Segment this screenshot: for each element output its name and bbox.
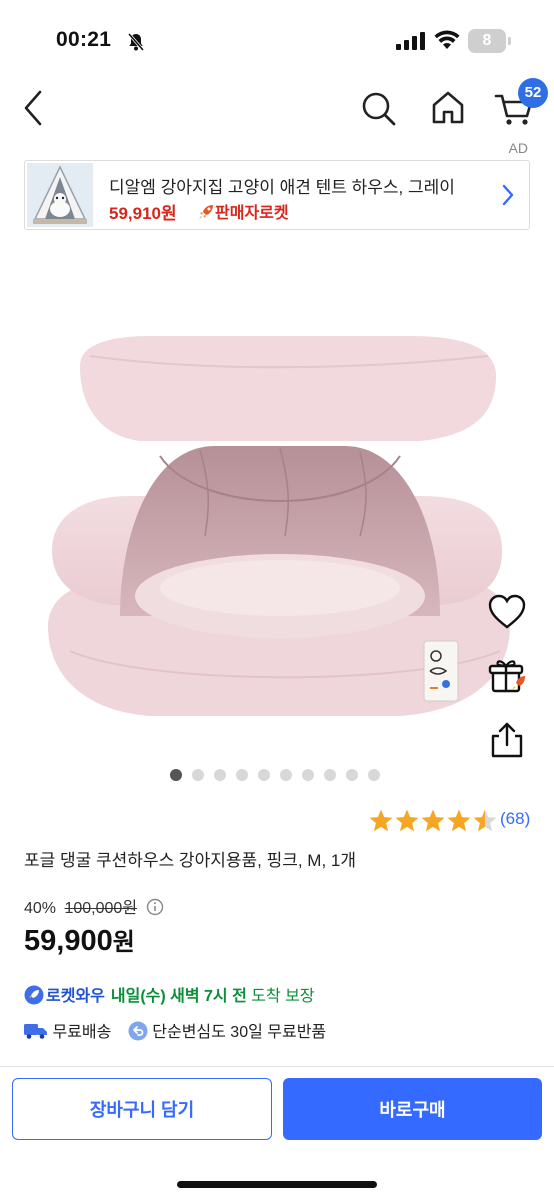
sale-price-value: 59,900 bbox=[24, 925, 113, 957]
heart-icon[interactable] bbox=[487, 592, 527, 632]
add-to-cart-button[interactable]: 장바구니 담기 bbox=[12, 1078, 272, 1140]
discount-row: 40% 100,000원 bbox=[24, 894, 164, 918]
rocket-delivery-row: 로켓와우 내일(수) 새벽 7시 전 도착 보장 bbox=[24, 982, 315, 1006]
bell-off-icon bbox=[127, 33, 145, 51]
ad-badge-text: 판매자로켓 bbox=[215, 205, 289, 222]
chevron-right-icon[interactable] bbox=[501, 183, 515, 207]
wifi-icon bbox=[434, 30, 460, 49]
rating-star bbox=[421, 809, 445, 832]
back-chevron-icon[interactable] bbox=[18, 86, 54, 130]
buy-now-button[interactable]: 바로구매 bbox=[283, 1078, 542, 1140]
rating-star bbox=[447, 809, 471, 832]
ad-thumbnail bbox=[27, 163, 93, 227]
rating-star bbox=[395, 809, 419, 832]
gallery-dot[interactable] bbox=[170, 769, 182, 781]
gallery-dot[interactable] bbox=[192, 769, 204, 781]
sale-price-currency: 원 bbox=[112, 929, 135, 956]
home-indicator bbox=[177, 1181, 377, 1188]
free-return-label: 단순변심도 30일 무료반품 bbox=[152, 1024, 327, 1041]
share-icon[interactable] bbox=[487, 720, 527, 760]
rocket-wow-icon bbox=[24, 985, 44, 1005]
gift-icon[interactable] bbox=[487, 656, 527, 696]
gallery-dot[interactable] bbox=[236, 769, 248, 781]
rating-count[interactable]: (68) bbox=[500, 809, 530, 829]
product-image[interactable] bbox=[0, 256, 554, 756]
gallery-dot[interactable] bbox=[280, 769, 292, 781]
status-time: 00:21 bbox=[56, 28, 112, 51]
rating-star bbox=[369, 809, 393, 832]
gallery-dot[interactable] bbox=[302, 769, 314, 781]
gallery-dot[interactable] bbox=[324, 769, 336, 781]
signal-icon bbox=[396, 32, 425, 50]
rating-star bbox=[473, 809, 496, 832]
truck-icon bbox=[24, 1024, 47, 1039]
bottom-divider bbox=[0, 1066, 554, 1067]
battery-indicator: 8 bbox=[468, 29, 511, 53]
original-price: 100,000원 bbox=[64, 900, 138, 917]
discount-rate: 40% bbox=[24, 900, 57, 917]
gallery-dot[interactable] bbox=[258, 769, 270, 781]
gallery-dot[interactable] bbox=[368, 769, 380, 781]
cart-count-badge[interactable]: 52 bbox=[518, 78, 548, 108]
gallery-dot[interactable] bbox=[346, 769, 358, 781]
rating-stars bbox=[369, 809, 496, 832]
ad-label: AD bbox=[508, 140, 528, 156]
rocket-wow-label: 로켓와우 bbox=[46, 988, 105, 1005]
return-icon bbox=[128, 1021, 148, 1041]
delivery-date: 내일(수) 새벽 7시 전 bbox=[110, 988, 247, 1005]
delivery-guarantee: 도착 보장 bbox=[251, 988, 315, 1005]
info-icon[interactable] bbox=[146, 898, 164, 916]
rocket-icon bbox=[199, 205, 213, 219]
free-shipping-label: 무료배송 bbox=[52, 1024, 112, 1041]
gallery-pagination bbox=[170, 769, 390, 781]
ad-banner[interactable]: 디알엠 강아지집 고양이 애견 텐트 하우스, 그레이 59,910원 판매자로… bbox=[24, 160, 530, 230]
product-title: 포글 댕굴 쿠션하우스 강아지용품, 핑크, M, 1개 bbox=[24, 851, 357, 870]
home-icon[interactable] bbox=[428, 88, 468, 128]
ad-title: 디알엠 강아지집 고양이 애견 텐트 하우스, 그레이 bbox=[109, 178, 455, 197]
shipping-row: 무료배송 단순변심도 30일 무료반품 bbox=[24, 1018, 326, 1042]
search-icon[interactable] bbox=[358, 88, 398, 128]
gallery-dot[interactable] bbox=[214, 769, 226, 781]
sale-price: 59,900원 bbox=[24, 922, 135, 958]
ad-price: 59,910원 bbox=[109, 204, 177, 223]
ad-seller-rocket-badge: 판매자로켓 bbox=[197, 199, 289, 223]
status-bar: 00:21 8 bbox=[0, 0, 554, 80]
